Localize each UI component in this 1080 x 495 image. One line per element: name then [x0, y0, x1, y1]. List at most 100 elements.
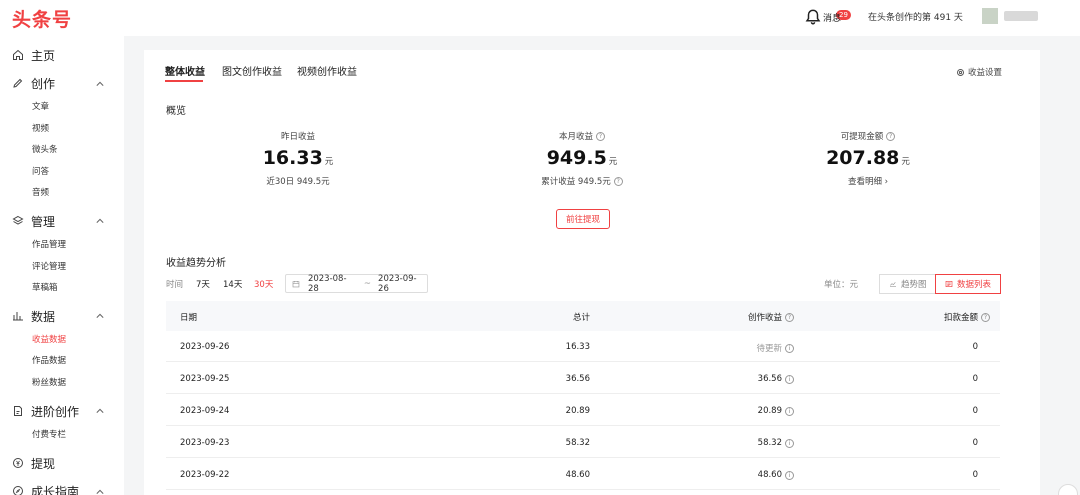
info-icon[interactable]: i [785, 374, 794, 384]
date-separator: ~ [363, 278, 372, 289]
cell-total: 16.33 [565, 342, 590, 352]
metric-yesterday: 昨日收益 16.33 元 近30日 949.5元 [198, 130, 398, 187]
cell-total: 36.56 [565, 374, 590, 384]
top-bar: 头条号 29 消息 在头条创作的第 491 天 [0, 0, 1080, 36]
cell-date: 2023-09-23 [180, 438, 230, 448]
metric-value: 207.88 [826, 147, 900, 169]
line-chart-icon [890, 282, 896, 287]
sidebar-section-manage[interactable]: 管理 [12, 212, 55, 230]
home-icon [13, 49, 23, 60]
chevron-up-icon[interactable] [96, 312, 104, 320]
metric-value: 949.5 [546, 147, 607, 169]
notification-button[interactable]: 29 [804, 8, 851, 26]
cell-date: 2023-09-25 [180, 374, 230, 384]
sidebar-section-data[interactable]: 数据 [12, 307, 55, 325]
metric-sub: 累计收益 949.5元 [541, 177, 611, 187]
sidebar-item-withdraw[interactable]: 提现 [12, 454, 55, 472]
layers-icon [12, 215, 24, 225]
sidebar-section-label: 数据 [31, 309, 56, 324]
range-7-days[interactable]: 7天 [196, 278, 210, 290]
chevron-up-icon[interactable] [96, 217, 104, 225]
creator-days-text: 在头条创作的第 491 天 [868, 13, 963, 23]
app-logo[interactable]: 头条号 [12, 5, 72, 32]
sidebar-item-growth-guide[interactable]: 成长指南 [12, 482, 79, 495]
sidebar-item-micro-post[interactable]: 微头条 [32, 143, 58, 155]
info-icon[interactable]: i [785, 470, 794, 480]
withdraw-button[interactable]: 前往提现 [556, 209, 610, 229]
sidebar-item-label: 主页 [31, 48, 56, 63]
cell-total: 48.60 [565, 470, 590, 480]
sidebar-item-qa[interactable]: 问答 [32, 165, 49, 177]
sidebar-item-audio[interactable]: 音频 [32, 186, 49, 198]
compass-icon [13, 486, 23, 495]
sidebar-item-label: 成长指南 [31, 484, 80, 495]
floating-help-button[interactable] [1058, 484, 1078, 495]
chevron-up-icon[interactable] [96, 80, 104, 88]
unit-label: 单位：元 [824, 280, 859, 290]
column-header-creation: 创作收益? [706, 311, 794, 323]
list-icon [945, 281, 953, 287]
trend-chart-button[interactable]: 趋势图 [879, 274, 937, 294]
document-edit-icon [14, 406, 22, 416]
table-row: 2023-09-26 16.33 待更新 i 0 [166, 331, 1000, 362]
tab-overall-revenue[interactable]: 整体收益 [165, 63, 205, 78]
metric-this-month: 本月收益? 949.5 元 累计收益 949.5元? [482, 130, 682, 187]
range-30-days[interactable]: 30天 [254, 278, 273, 290]
cell-creation: 20.89 i [706, 406, 794, 416]
active-tab-indicator [165, 80, 203, 82]
date-end: 2023-09-26 [378, 273, 417, 294]
table-header: 日期 总计 创作收益? 扣款金额? [166, 301, 1000, 331]
metric-unit: 元 [901, 157, 910, 167]
cell-deduction: 0 [972, 438, 978, 448]
notification-label[interactable]: 消息 [823, 11, 841, 24]
metric-sub: 近30日 949.5元 [266, 177, 330, 187]
username[interactable] [1004, 11, 1038, 21]
time-label: 时间 [166, 280, 184, 290]
revenue-settings-link[interactable]: 收益设置 [956, 66, 1002, 78]
sidebar-section-create[interactable]: 创作 [12, 74, 55, 92]
sidebar-item-drafts[interactable]: 草稿箱 [32, 281, 58, 293]
range-14-days[interactable]: 14天 [223, 278, 242, 290]
tab-video-revenue[interactable]: 视频创作收益 [297, 63, 357, 78]
table-row: 2023-09-25 36.56 36.56 i 0 [166, 363, 1000, 394]
sidebar-section-label: 管理 [31, 214, 56, 229]
info-icon[interactable]: i [785, 406, 794, 416]
sidebar-item-article[interactable]: 文章 [32, 100, 49, 112]
sidebar: 主页 创作 文章 视频 微头条 问答 音频 管理 作品管理 评论管理 草稿箱 数… [0, 36, 124, 495]
table-row: 2023-09-23 58.32 58.32 i 0 [166, 427, 1000, 458]
cell-total: 20.89 [565, 406, 590, 416]
settings-label: 收益设置 [968, 68, 1003, 78]
view-details-link[interactable]: 查看明细 › [848, 175, 888, 187]
sidebar-section-advanced[interactable]: 进阶创作 [12, 402, 79, 420]
help-icon[interactable]: ? [981, 312, 990, 322]
metric-withdrawable: 可提现金额? 207.88 元 查看明细 › [768, 130, 968, 187]
chevron-up-icon[interactable] [96, 407, 104, 415]
info-icon[interactable]: i [785, 438, 794, 448]
sidebar-item-paid-column[interactable]: 付费专栏 [32, 428, 66, 440]
sidebar-item-comments-manage[interactable]: 评论管理 [32, 260, 66, 272]
cell-creation: 待更新 i [706, 342, 794, 354]
tab-article-revenue[interactable]: 图文创作收益 [222, 63, 282, 78]
help-icon[interactable]: ? [596, 131, 605, 141]
table-row: 2023-09-22 48.60 48.60 i 0 [166, 459, 1000, 490]
info-icon[interactable]: i [785, 343, 794, 353]
help-icon[interactable]: ? [886, 131, 896, 141]
overview-title: 概览 [166, 106, 186, 117]
metric-label: 昨日收益 [280, 132, 315, 142]
chevron-up-icon[interactable] [96, 488, 104, 495]
sidebar-item-works-data[interactable]: 作品数据 [32, 354, 66, 366]
help-icon[interactable]: ? [785, 312, 794, 322]
cell-creation: 58.32 i [706, 438, 794, 448]
date-range-picker[interactable]: 2023-08-28 ~ 2023-09-26 [285, 273, 428, 294]
data-list-button[interactable]: 数据列表 [935, 274, 1002, 294]
sidebar-item-home[interactable]: 主页 [12, 46, 55, 64]
gear-icon [957, 68, 964, 76]
avatar[interactable] [982, 8, 998, 24]
sidebar-item-fans-data[interactable]: 粉丝数据 [32, 376, 66, 388]
sidebar-item-revenue-data[interactable]: 收益数据 [32, 333, 66, 345]
help-icon[interactable]: ? [613, 176, 623, 186]
cell-deduction: 0 [972, 470, 978, 480]
sidebar-item-video[interactable]: 视频 [32, 122, 49, 134]
sidebar-item-label: 提现 [31, 456, 56, 471]
sidebar-item-works-manage[interactable]: 作品管理 [32, 238, 66, 250]
